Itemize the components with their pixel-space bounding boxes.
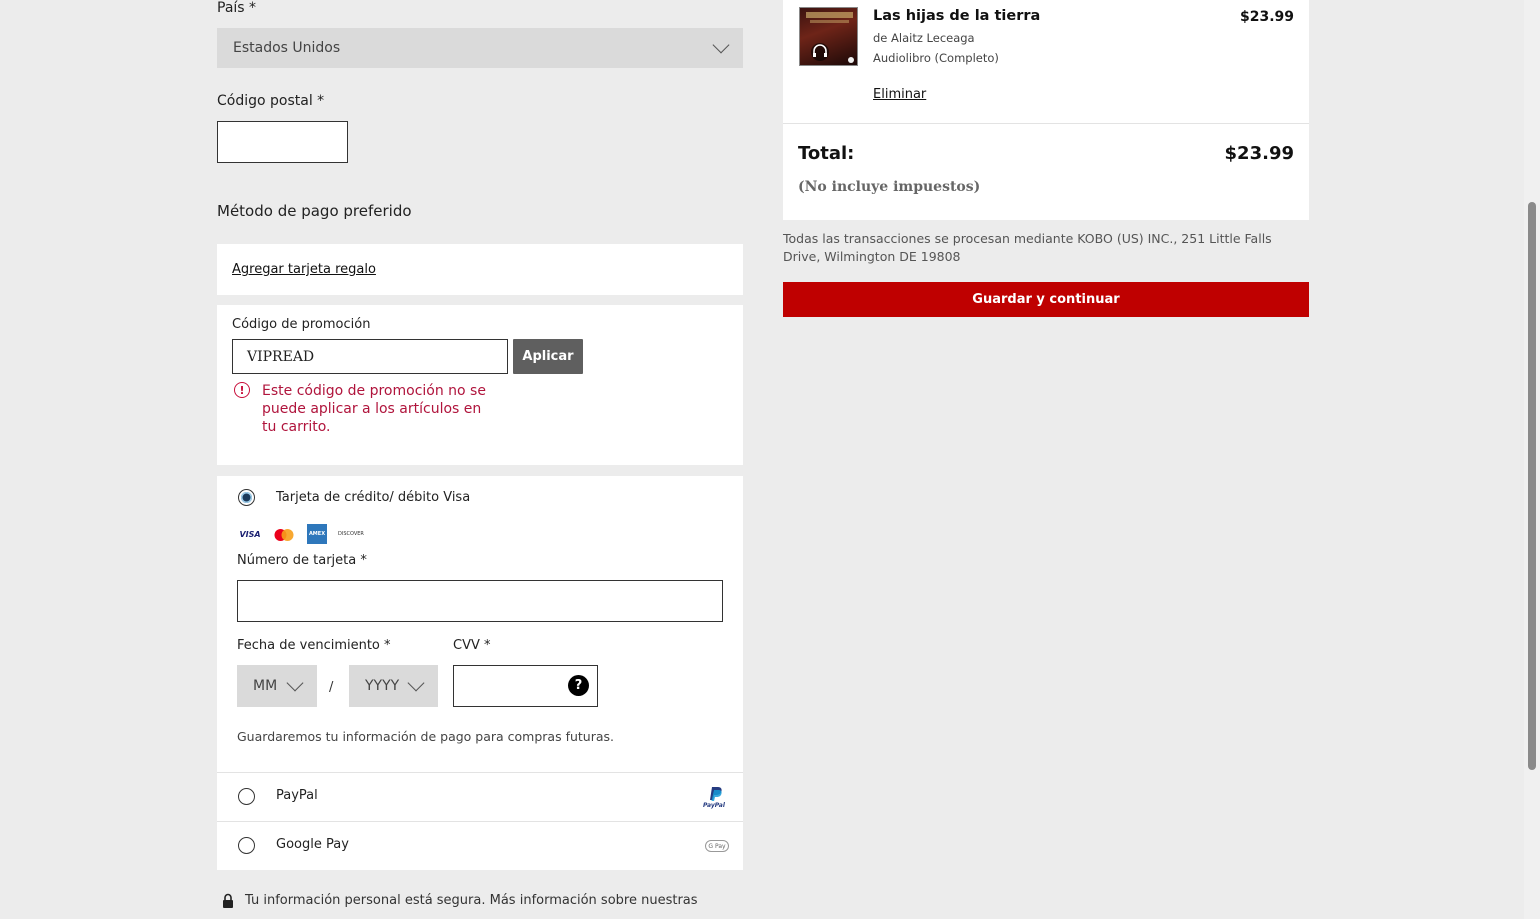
lock-icon <box>222 893 234 909</box>
amex-logo-icon: AMEX <box>307 524 327 544</box>
transactions-line: Todas las transacciones se procesan medi… <box>783 231 1272 246</box>
help-icon[interactable]: ? <box>568 675 589 696</box>
error-icon: ! <box>234 382 250 398</box>
expiry-month-value: MM <box>253 678 278 694</box>
country-select-value: Estados Unidos <box>233 40 341 56</box>
item-price: $23.99 <box>1239 9 1294 25</box>
promo-code-label: Código de promoción <box>232 317 371 332</box>
divider <box>217 821 743 822</box>
cvv-input[interactable]: ? <box>453 665 598 707</box>
country-select[interactable]: Estados Unidos <box>217 28 743 68</box>
google-pay-logo-icon: G Pay <box>705 840 729 852</box>
paypal-option-label: PayPal <box>276 788 318 803</box>
paypal-radio[interactable] <box>238 788 255 805</box>
discover-logo-icon: DISCOVER <box>338 531 364 537</box>
postal-code-label: Código postal * <box>217 93 325 109</box>
transactions-line: Drive, Wilmington DE 19808 <box>783 249 961 264</box>
expiry-separator: / <box>329 680 334 695</box>
privacy-text: Tu información personal está segura. Más… <box>245 893 698 908</box>
expiry-label: Fecha de vencimiento * <box>237 638 391 653</box>
country-label: País * <box>217 0 257 16</box>
card-number-label: Número de tarjeta * <box>237 553 367 568</box>
google-pay-option-label: Google Pay <box>276 837 349 852</box>
scrollbar[interactable] <box>1524 0 1540 919</box>
google-pay-radio[interactable] <box>238 837 255 854</box>
postal-code-input[interactable] <box>217 121 348 163</box>
promo-error-line: tu carrito. <box>262 419 331 435</box>
book-title[interactable]: Las hijas de la tierra <box>873 8 1040 24</box>
transactions-note: Todas las transacciones se procesan medi… <box>783 230 1309 266</box>
expiry-year-select[interactable]: YYYY <box>349 665 438 707</box>
chevron-down-icon <box>712 36 730 54</box>
promo-error-message: Este código de promoción no se puede apl… <box>262 382 522 436</box>
chevron-down-icon <box>286 674 304 692</box>
add-gift-card-link[interactable]: Agregar tarjeta regalo <box>232 262 376 277</box>
order-summary-panel: Las hijas de la tierra de Alaitz Leceaga… <box>783 0 1309 220</box>
gift-card-panel: Agregar tarjeta regalo <box>217 244 743 295</box>
promo-code-input[interactable]: VIPREAD <box>232 339 508 374</box>
expiry-year-value: YYYY <box>365 678 400 694</box>
mastercard-logo-icon <box>273 527 295 541</box>
book-format: Audiolibro (Completo) <box>873 51 999 65</box>
remove-item-link[interactable]: Eliminar <box>873 87 926 102</box>
promo-error-line: puede aplicar a los artículos en <box>262 401 482 417</box>
promo-panel: Código de promoción VIPREAD Aplicar ! Es… <box>217 305 743 465</box>
total-value: $23.99 <box>1224 143 1294 164</box>
cvv-label: CVV * <box>453 638 491 653</box>
book-cover-image[interactable] <box>799 7 858 66</box>
card-radio[interactable] <box>238 489 255 506</box>
expiry-month-select[interactable]: MM <box>237 665 317 707</box>
paypal-logo-icon: PayPal <box>703 786 729 809</box>
tax-note: (No incluye impuestos) <box>798 179 981 195</box>
book-author: de Alaitz Leceaga <box>873 31 975 45</box>
total-label: Total: <box>798 143 855 164</box>
payment-options-panel: Tarjeta de crédito/ débito Visa VISA AME… <box>217 476 743 870</box>
divider <box>783 123 1309 124</box>
apply-promo-button[interactable]: Aplicar <box>513 339 583 374</box>
save-payment-note: Guardaremos tu información de pago para … <box>237 729 614 744</box>
promo-error-line: Este código de promoción no se <box>262 383 486 399</box>
save-continue-button[interactable]: Guardar y continuar <box>783 282 1309 317</box>
divider <box>217 772 743 773</box>
card-option-label: Tarjeta de crédito/ débito Visa <box>276 490 471 505</box>
paypal-logo-text: PayPal <box>703 802 725 809</box>
chevron-down-icon <box>407 674 425 692</box>
payment-method-heading: Método de pago preferido <box>217 202 412 220</box>
visa-logo-icon: VISA <box>239 529 261 539</box>
scrollbar-thumb[interactable] <box>1528 202 1536 770</box>
card-number-input[interactable] <box>237 580 723 622</box>
